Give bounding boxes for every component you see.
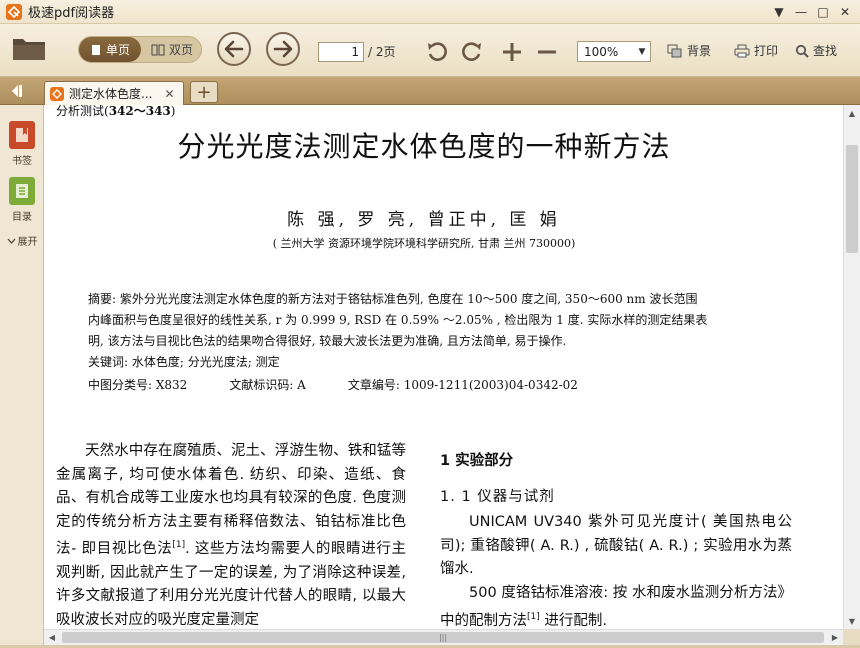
bookmark-icon (9, 121, 35, 149)
sidebar-item-toc[interactable]: 目录 (0, 177, 44, 223)
page-number-input[interactable]: 1 (318, 42, 364, 62)
classification-row: 中图分类号: X832 文献标识码: A 文章编号: 1009-1211(200… (88, 376, 620, 393)
plus-icon (503, 43, 521, 61)
next-page-button[interactable] (266, 32, 300, 66)
clc-number: 中图分类号: X832 (88, 378, 188, 392)
background-button[interactable]: 背景 (667, 42, 711, 59)
pdf-page: 分析测试(342～343) 分光光度法测定水体色度的一种新方法 陈 强, 罗 亮… (44, 105, 843, 629)
search-icon (795, 44, 809, 58)
keywords: 关键词: 水体色度; 分光光度法; 测定 (88, 355, 280, 369)
print-label: 打印 (754, 44, 779, 58)
citation: [1] (172, 540, 186, 551)
collapse-sidebar-icon (12, 85, 22, 97)
find-button[interactable]: 查找 (795, 42, 837, 59)
scroll-right-icon[interactable]: ▶ (827, 630, 843, 645)
double-page-icon (151, 44, 165, 55)
zoom-select[interactable]: 100% ▼ (577, 41, 651, 62)
find-label: 查找 (813, 44, 838, 58)
paper-title: 分光光度法测定水体色度的一种新方法 (177, 130, 671, 163)
left-column: 天然水中存在腐殖质、泥土、浮游生物、铁和锰等金属离子, 均可使水体着色. 纺织、… (56, 440, 406, 629)
close-tab-icon[interactable]: ✕ (164, 87, 174, 101)
citation: [1] (527, 611, 540, 622)
document-view[interactable]: 分析测试(342～343) 分光光度法测定水体色度的一种新方法 陈 强, 罗 亮… (44, 105, 843, 629)
view-mode-toggle: 单页 双页 (78, 36, 202, 63)
zoom-in-button[interactable] (499, 39, 525, 65)
single-page-label: 单页 (105, 43, 130, 57)
sidebar-item-bookmarks[interactable]: 书签 (0, 121, 44, 167)
sidebar: 书签 目录 展开 (0, 105, 44, 648)
abstract-line: 摘要: 紫外分光光度法测定水体色度的新方法对于铬钴标准色列, 色度在 10～50… (88, 292, 698, 306)
title-bar: 极速pdf阅读器 ▼ — □ ✕ (0, 0, 860, 24)
open-folder-icon[interactable] (12, 35, 46, 61)
scroll-grip: ||| (438, 633, 448, 642)
background-icon (667, 44, 682, 57)
page-total: / 2页 (368, 45, 396, 59)
body-paragraph: 500 度铬钴标准溶液: 按 水和废水监测分析方法》中的配制方法[1] 进行配制… (440, 582, 792, 629)
sidebar-toc-label: 目录 (12, 212, 32, 223)
horizontal-scroll-thumb[interactable]: ||| (62, 632, 824, 643)
running-head-suffix: ) (170, 105, 176, 118)
printer-icon (734, 44, 750, 57)
body-paragraph: UNICAM UV340 紫外可见光度计( 美国热电公司); 重铬酸钾( A. … (440, 514, 792, 578)
maximize-button[interactable]: □ (812, 2, 834, 22)
rotate-left-button[interactable] (424, 39, 450, 65)
minus-icon (538, 50, 556, 54)
rotate-left-icon (428, 42, 447, 61)
previous-page-button[interactable] (217, 32, 251, 66)
pdf-tab-icon (50, 86, 64, 101)
horizontal-scrollbar[interactable]: ◀ ||| ▶ (44, 629, 843, 645)
body-text: 500 度铬钴标准溶液: 按 水和废水监测分析方法》中的配制方法 (440, 584, 792, 629)
toolbar: 单页 双页 1 / 2页 100% ▼ 背景 打印 查找 (0, 24, 860, 77)
abstract-line: 内峰面积与色度呈很好的线性关系, r 为 0.999 9, RSD 在 0.59… (88, 313, 708, 327)
section-title: 1 实验部分 (440, 453, 514, 469)
new-tab-button[interactable]: + (190, 81, 218, 103)
subsection-title: 1. 1 仪器与试剂 (440, 488, 555, 505)
menu-dropdown-button[interactable]: ▼ (768, 2, 790, 22)
chevron-down-icon: ▼ (638, 46, 646, 57)
print-button[interactable]: 打印 (734, 42, 778, 59)
app-title: 极速pdf阅读器 (28, 6, 115, 21)
article-number: 文章编号: 1009-1211(2003)04-0342-02 (347, 378, 578, 392)
tab-label: 测定水体色度... (69, 87, 153, 101)
zoom-value: 100% (584, 44, 619, 59)
toc-icon (9, 177, 35, 205)
minimize-button[interactable]: — (790, 2, 812, 22)
arrow-right-icon (273, 40, 293, 58)
body-paragraph: 天然水中存在腐殖质、泥土、浮游生物、铁和锰等金属离子, 均可使水体着色. 纺织、… (56, 440, 406, 629)
double-page-label: 双页 (168, 43, 193, 57)
close-button[interactable]: ✕ (834, 2, 856, 22)
chevron-down-icon (7, 238, 15, 244)
document-code: 文献标识码: A (229, 378, 306, 392)
single-page-button[interactable]: 单页 (79, 37, 141, 62)
rotate-right-button[interactable] (459, 39, 485, 65)
scroll-left-icon[interactable]: ◀ (44, 630, 60, 645)
abstract: 摘要: 紫外分光光度法测定水体色度的新方法对于铬钴标准色列, 色度在 10～50… (88, 289, 768, 373)
scroll-up-icon[interactable]: ▲ (844, 105, 860, 121)
body-text: 进行配制. (539, 612, 607, 629)
app-logo-icon (6, 3, 22, 20)
single-page-icon (91, 44, 100, 55)
vertical-scroll-thumb[interactable] (846, 145, 858, 253)
running-head: 分析测试(342～343) (56, 105, 175, 119)
zoom-out-button[interactable] (534, 39, 560, 65)
sidebar-bookmark-label: 书签 (12, 156, 32, 167)
abstract-line: 明, 该方法与目视比色法的结果吻合得很好, 较最大波长法更为准确, 且方法简单,… (88, 334, 567, 348)
vertical-scrollbar[interactable]: ▲ ▼ (843, 105, 860, 629)
background-label: 背景 (687, 44, 712, 58)
tab-bar: 测定水体色度... ✕ + (0, 77, 860, 105)
running-head-prefix: 分析测试( (56, 105, 109, 118)
scroll-down-icon[interactable]: ▼ (844, 613, 860, 629)
sidebar-expand-button[interactable]: 展开 (0, 233, 44, 248)
sidebar-expand-label: 展开 (17, 237, 38, 248)
arrow-left-icon (224, 40, 244, 58)
paper-affiliation: ( 兰州大学 资源环境学院环境科学研究所, 甘肃 兰州 730000) (272, 237, 576, 250)
rotate-right-icon (462, 42, 481, 61)
collapse-sidebar-button[interactable] (0, 77, 36, 105)
double-page-button[interactable]: 双页 (143, 37, 201, 62)
running-head-pages: 342～343 (108, 105, 171, 118)
paper-authors: 陈 强, 罗 亮, 曾正中, 匡 娟 (287, 210, 561, 230)
tab-document[interactable]: 测定水体色度... ✕ (44, 81, 184, 105)
right-column: 1 实验部分 1. 1 仪器与试剂 UNICAM UV340 紫外可见光度计( … (440, 450, 792, 629)
